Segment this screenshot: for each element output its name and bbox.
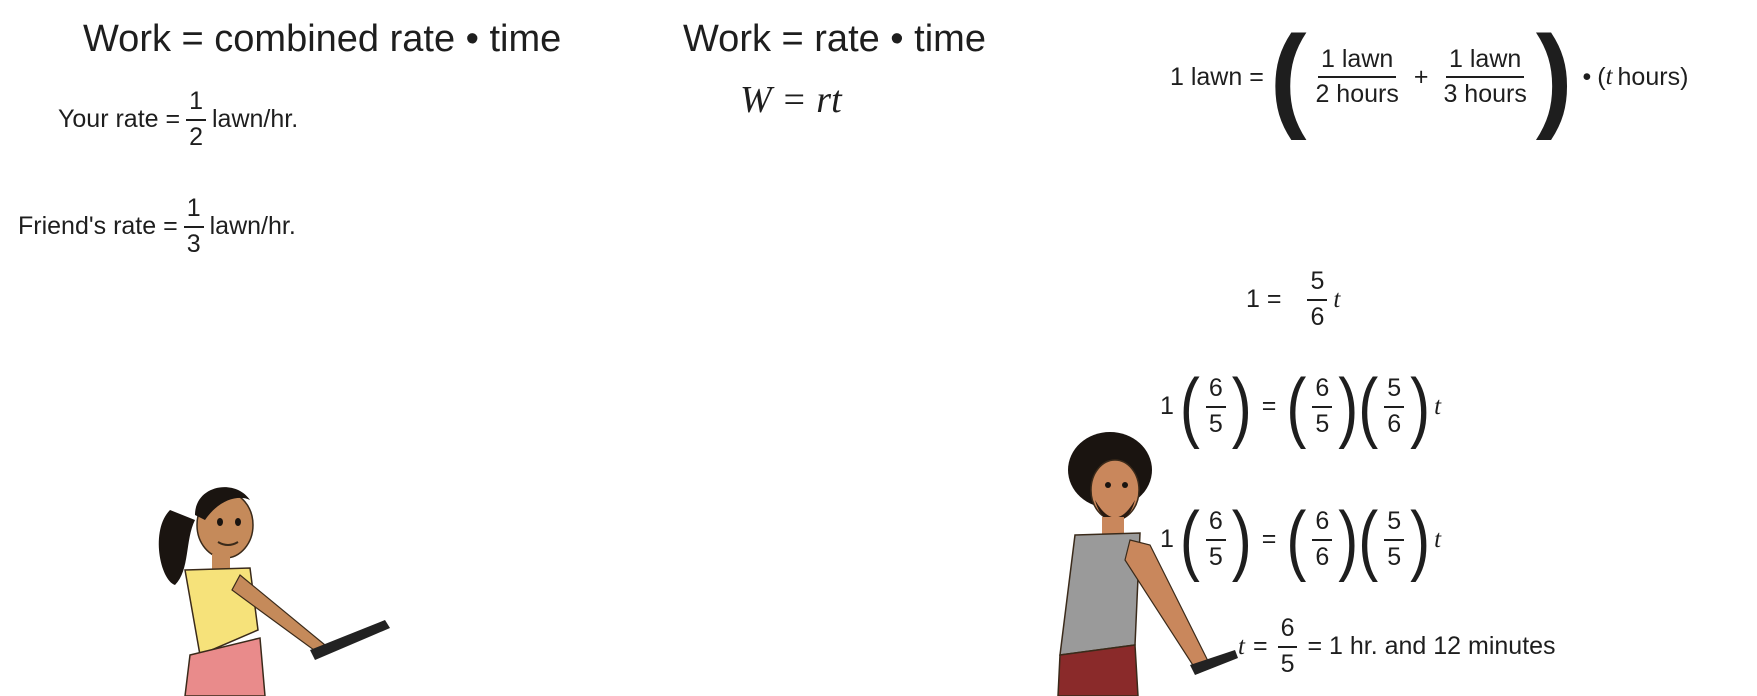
boy-eye — [1105, 482, 1111, 488]
paren-open: ( — [1358, 362, 1379, 450]
eq1-fraction-2: 1 lawn 3 hours — [1440, 45, 1529, 109]
boy-neck — [1102, 517, 1124, 535]
your-rate-fraction: 1 2 — [186, 87, 206, 151]
time-paren-open: ( — [1597, 62, 1606, 91]
girl-eye — [235, 518, 241, 526]
paren-open: ( — [1286, 495, 1307, 583]
girl-shorts — [184, 637, 266, 696]
friend-rate-unit: lawn/hr. — [209, 212, 296, 240]
girl-pushing-mower-illustration — [158, 487, 390, 696]
fraction-denominator: 6 — [1387, 409, 1402, 438]
boy-pushing-mower-illustration — [1057, 432, 1238, 696]
girl-eye — [217, 518, 223, 526]
your-rate-label: Your rate = — [58, 105, 181, 133]
boy-face — [1090, 459, 1140, 521]
eq1-lhs: 1 lawn = — [1170, 62, 1264, 91]
eq4-variable: t — [1434, 525, 1442, 553]
fraction-denominator: 2 hours — [1315, 80, 1399, 108]
eq5-fraction: 6 5 — [1277, 614, 1298, 678]
paren-open: ( — [1286, 362, 1307, 450]
fraction-denominator: 3 hours — [1443, 80, 1527, 108]
paren-close: ) — [1338, 495, 1359, 583]
fraction-numerator: 1 lawn — [1318, 45, 1397, 78]
eq2-variable: t — [1333, 285, 1341, 313]
multiply-dot: • — [1582, 62, 1592, 91]
time-variable: t — [1605, 63, 1613, 90]
friend-rate-label: Friend's rate = — [18, 212, 178, 240]
fraction-denominator: 3 — [186, 229, 201, 258]
equals-sign: = — [1261, 525, 1277, 553]
fraction-denominator: 6 — [1310, 302, 1325, 331]
fraction-numerator: 6 — [1205, 374, 1226, 408]
paren-close: ) — [1410, 495, 1431, 583]
boy-arm — [1124, 539, 1211, 674]
fraction-numerator: 6 — [1312, 374, 1333, 408]
time-unit: hours) — [1617, 62, 1689, 91]
eq2-lhs: 1 = — [1246, 285, 1282, 313]
fraction-numerator: 1 — [186, 87, 206, 121]
fraction-denominator: 5 — [1280, 649, 1295, 678]
equals-sign: = — [1261, 392, 1277, 420]
eq3-variable: t — [1434, 392, 1442, 420]
eq5-result: = 1 hr. and 12 minutes — [1307, 632, 1556, 660]
fraction-denominator: 2 — [189, 122, 203, 151]
eq2-fraction: 5 6 — [1307, 267, 1328, 331]
fraction-numerator: 1 — [183, 194, 204, 228]
left-paren: ( — [1269, 11, 1307, 142]
friend-rate-fraction: 1 3 — [183, 194, 204, 258]
equation-simplified: 1 = 5 6 t — [1246, 267, 1341, 331]
your-rate-line: Your rate = 1 2 lawn/hr. — [58, 87, 299, 151]
fraction-numerator: 5 — [1307, 267, 1328, 301]
fraction-numerator: 6 — [1312, 507, 1333, 541]
fraction-denominator: 5 — [1387, 542, 1402, 571]
combined-work-heading: Work = combined rate • time — [83, 18, 562, 60]
equation-combined-rate: 1 lawn = ( 1 lawn 2 hours + 1 lawn 3 hou… — [1170, 11, 1689, 142]
eq4-fraction-b: 6 6 — [1312, 507, 1333, 571]
paren-close: ) — [1410, 362, 1431, 450]
plus-sign: + — [1413, 62, 1429, 91]
mower-handle — [310, 620, 390, 660]
fraction-denominator: 6 — [1315, 542, 1330, 571]
equation-solution: t = 6 5 = 1 hr. and 12 minutes — [1238, 614, 1556, 678]
fraction-numerator: 5 — [1384, 507, 1405, 541]
work-formula-symbolic: W = rt — [740, 79, 842, 121]
paren-close: ) — [1338, 362, 1359, 450]
eq1-fraction-1: 1 lawn 2 hours — [1312, 45, 1401, 109]
eq3-fraction-b: 6 5 — [1312, 374, 1333, 438]
your-rate-unit: lawn/hr. — [212, 105, 299, 133]
eq3-lead: 1 — [1160, 392, 1174, 420]
right-paren: ) — [1535, 11, 1573, 142]
fraction-denominator: 5 — [1315, 409, 1330, 438]
eq4-fraction-c: 5 5 — [1384, 507, 1405, 571]
paren-open: ( — [1358, 495, 1379, 583]
friend-rate-line: Friend's rate = 1 3 lawn/hr. — [18, 194, 296, 258]
girl-neck — [212, 554, 230, 570]
boy-eye — [1122, 482, 1128, 488]
fraction-numerator: 6 — [1277, 614, 1298, 648]
work-formula-heading: Work = rate • time — [683, 18, 986, 60]
equals-sign: = — [1252, 632, 1268, 660]
fraction-numerator: 1 lawn — [1446, 45, 1525, 78]
eq3-fraction-c: 5 6 — [1384, 374, 1405, 438]
fraction-numerator: 5 — [1384, 374, 1405, 408]
